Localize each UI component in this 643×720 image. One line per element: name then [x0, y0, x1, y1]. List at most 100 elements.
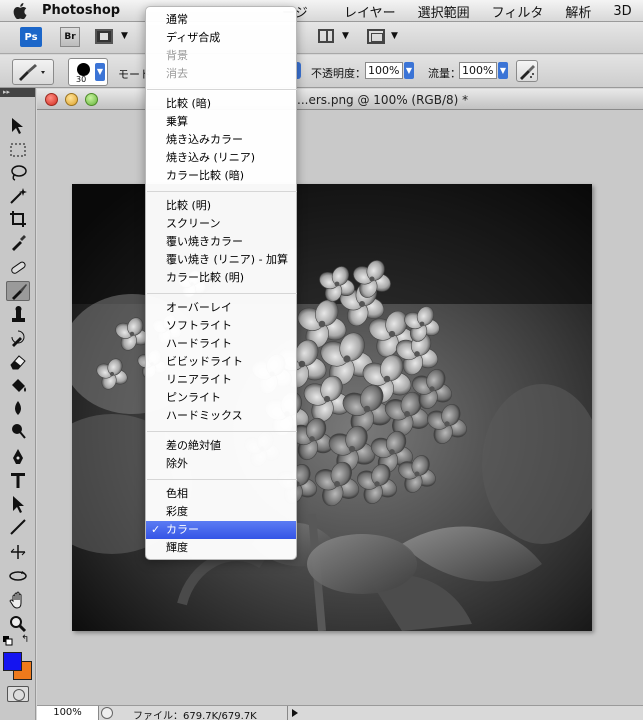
opacity-dropdown-button[interactable]: ▼ — [404, 62, 414, 79]
blend-mode-label: カラー比較 (明) — [166, 271, 245, 284]
quick-mask-button[interactable] — [7, 686, 29, 702]
brush-preset-picker[interactable]: 30 ▼ — [68, 58, 108, 86]
dodge-tool-icon[interactable] — [6, 421, 30, 441]
type-tool-icon[interactable] — [6, 470, 30, 490]
blend-mode-item[interactable]: 除外 — [146, 455, 296, 473]
blend-mode-item[interactable]: ハードミックス — [146, 407, 296, 425]
opacity-input[interactable]: 100% — [365, 62, 403, 79]
blend-mode-item[interactable]: 輝度 — [146, 539, 296, 557]
minimize-window-button[interactable] — [65, 93, 78, 106]
blend-mode-item[interactable]: スクリーン — [146, 215, 296, 233]
menu-analysis[interactable]: 解析 — [565, 2, 591, 21]
blend-mode-item[interactable]: オーバーレイ — [146, 299, 296, 317]
document-title: ...ers.png @ 100% (RGB/8) * — [297, 93, 469, 107]
history-brush-tool-icon[interactable] — [6, 328, 30, 348]
zoom-level-input[interactable]: 100% — [37, 706, 99, 720]
blend-mode-item[interactable]: リニアライト — [146, 371, 296, 389]
eraser-tool-icon[interactable] — [6, 351, 30, 371]
blend-mode-label: オーバーレイ — [166, 301, 232, 314]
menu-filter[interactable]: フィルタ — [492, 2, 544, 21]
path-selection-tool-icon[interactable] — [6, 494, 30, 514]
eyedropper-tool-icon[interactable] — [6, 232, 30, 252]
options-bar: 30 ▼ モード 不透明度： 100% ▼ 流量： 100% ▼ — [0, 55, 643, 88]
swap-colors-icon[interactable]: ↰ — [21, 634, 29, 645]
blend-mode-item[interactable]: 彩度 — [146, 503, 296, 521]
chevron-down-icon: ▼ — [391, 31, 398, 41]
app-name-menu[interactable]: Photoshop — [42, 3, 120, 18]
magic-wand-tool-icon[interactable] — [6, 186, 30, 206]
blend-mode-item[interactable]: ✓ カラー — [146, 521, 296, 539]
blend-mode-label: 通常 — [166, 13, 188, 26]
marquee-tool-icon[interactable] — [6, 140, 30, 160]
blend-mode-label: 消去 — [166, 67, 188, 80]
bridge-button[interactable]: Br — [60, 27, 80, 47]
3d-rotate-tool-icon[interactable] — [6, 542, 30, 562]
apple-menu-icon[interactable] — [0, 2, 40, 19]
clone-stamp-tool-icon[interactable] — [6, 305, 30, 325]
panel-grip[interactable]: ▸▸ — [0, 88, 35, 97]
pen-tool-icon[interactable] — [6, 447, 30, 467]
foreground-color-swatch[interactable] — [3, 652, 22, 671]
zoom-window-button[interactable] — [85, 93, 98, 106]
zoom-tool-icon[interactable] — [6, 614, 30, 634]
blend-mode-item[interactable]: カラー比較 (暗) — [146, 167, 296, 185]
blend-mode-item[interactable]: 焼き込み (リニア) — [146, 149, 296, 167]
blend-mode-item[interactable]: 覆い焼き (リニア) - 加算 — [146, 251, 296, 269]
blend-mode-label: 彩度 — [166, 505, 188, 518]
lasso-tool-icon[interactable] — [6, 163, 30, 183]
blend-mode-item[interactable]: 通常 — [146, 11, 296, 29]
blend-mode-item[interactable]: ビビッドライト — [146, 353, 296, 371]
healing-brush-tool-icon[interactable] — [6, 258, 30, 278]
blend-mode-label: 除外 — [166, 457, 188, 470]
film-icon — [95, 29, 113, 44]
blend-mode-label: ハードミックス — [166, 409, 243, 422]
blend-mode-item[interactable]: 焼き込みカラー — [146, 131, 296, 149]
blend-mode-label: ソフトライト — [166, 319, 232, 332]
view-extras-button[interactable]: ▼ — [95, 29, 129, 45]
blend-mode-label: カラー — [166, 523, 199, 536]
status-info-icon[interactable] — [101, 707, 113, 719]
layout-icon — [318, 29, 334, 43]
blend-mode-item[interactable]: 乗算 — [146, 113, 296, 131]
line-tool-icon[interactable] — [6, 517, 30, 537]
3d-orbit-tool-icon[interactable] — [6, 566, 30, 586]
menu-separator — [147, 431, 297, 432]
blend-mode-label: 比較 (明) — [166, 199, 212, 212]
blend-mode-item[interactable]: 差の絶対値 — [146, 437, 296, 455]
arrange-documents-button[interactable]: ▼ — [318, 28, 354, 46]
crop-tool-icon[interactable] — [6, 209, 30, 229]
menu-layer[interactable]: レイヤー — [344, 2, 396, 21]
blend-mode-label: 焼き込み (リニア) — [166, 151, 256, 164]
default-colors-icon[interactable] — [3, 636, 13, 646]
brush-tool-icon[interactable] — [6, 281, 30, 301]
brush-size-value: 30 — [76, 75, 87, 84]
blend-mode-item[interactable]: 比較 (明) — [146, 197, 296, 215]
blend-mode-item[interactable]: 覆い焼きカラー — [146, 233, 296, 251]
menu-3d[interactable]: 3D — [613, 4, 631, 19]
flow-dropdown-button[interactable]: ▼ — [498, 62, 508, 79]
blend-mode-label: ディザ合成 — [166, 31, 221, 44]
tool-preset-picker[interactable] — [12, 59, 54, 85]
menu-bar: Photoshop ージ レイヤー 選択範囲 フィルタ 解析 3D — [0, 0, 643, 22]
status-menu-arrow[interactable] — [287, 706, 301, 720]
hand-tool-icon[interactable] — [6, 590, 30, 610]
airbrush-toggle[interactable] — [516, 60, 538, 82]
paint-bucket-tool-icon[interactable] — [6, 375, 30, 395]
screen-mode-button[interactable]: ▼ — [367, 28, 403, 46]
flow-input[interactable]: 100% — [459, 62, 497, 79]
menu-separator — [147, 89, 297, 90]
blend-mode-item[interactable]: ピンライト — [146, 389, 296, 407]
blur-tool-icon[interactable] — [6, 398, 30, 418]
close-window-button[interactable] — [45, 93, 58, 106]
blend-mode-item[interactable]: ソフトライト — [146, 317, 296, 335]
blend-mode-label: 焼き込みカラー — [166, 133, 243, 146]
menu-select[interactable]: 選択範囲 — [418, 2, 470, 21]
blend-mode-item[interactable]: 比較 (暗) — [146, 95, 296, 113]
blend-mode-item[interactable]: ディザ合成 — [146, 29, 296, 47]
blend-mode-item[interactable]: カラー比較 (明) — [146, 269, 296, 287]
blend-mode-item[interactable]: ハードライト — [146, 335, 296, 353]
move-tool-icon[interactable] — [6, 116, 30, 136]
blend-mode-item[interactable]: 色相 — [146, 485, 296, 503]
flow-label: 流量： — [428, 67, 461, 80]
blend-mode-label: 比較 (暗) — [166, 97, 212, 110]
